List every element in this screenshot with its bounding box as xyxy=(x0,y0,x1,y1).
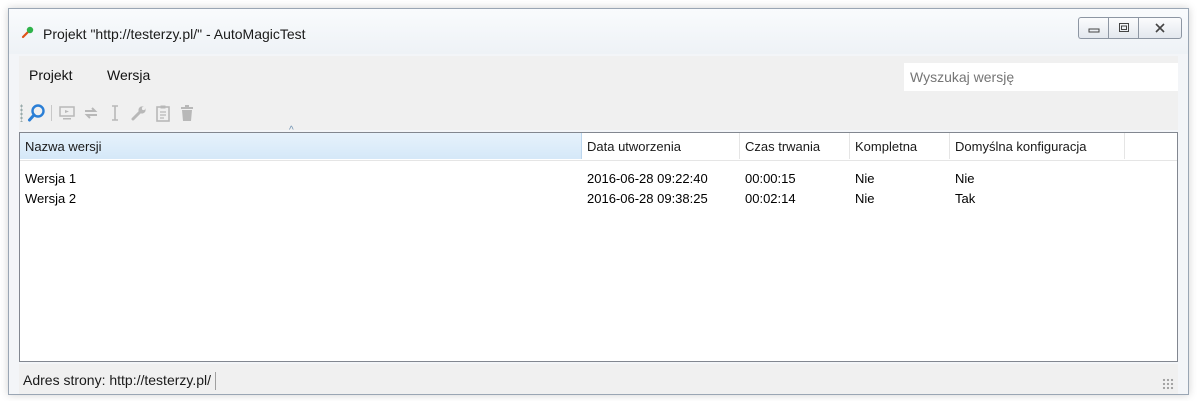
cell-kompletna: Nie xyxy=(855,171,875,186)
clipboard-icon[interactable] xyxy=(153,103,173,123)
list-header: ^ Nazwa wersji Data utworzenia Czas trwa… xyxy=(20,125,1177,161)
cell-kompletna: Nie xyxy=(855,191,875,206)
cell-nazwa: Wersja 2 xyxy=(25,191,77,206)
status-url: Adres strony: http://testerzy.pl/ xyxy=(23,372,217,390)
cell-domyslna: Nie xyxy=(955,171,975,186)
window-title: Projekt "http://testerzy.pl/" - AutoMagi… xyxy=(43,26,306,42)
minimize-button[interactable] xyxy=(1078,17,1108,39)
close-icon xyxy=(1155,23,1165,33)
app-window: Projekt "http://testerzy.pl/" - AutoMagi… xyxy=(8,8,1189,395)
menu-projekt[interactable]: Projekt xyxy=(29,67,73,83)
menu-bar: Projekt Wersja xyxy=(19,56,1178,96)
column-header-label: Domyślna konfiguracja xyxy=(955,139,1087,154)
swap-icon[interactable] xyxy=(81,103,101,123)
cell-czas: 00:00:15 xyxy=(745,171,796,186)
column-header-nazwa[interactable]: ^ Nazwa wersji xyxy=(20,125,582,159)
maximize-button[interactable] xyxy=(1108,17,1138,39)
monitor-icon[interactable] xyxy=(57,103,77,123)
text-cursor-icon[interactable] xyxy=(105,103,125,123)
versions-list[interactable]: ^ Nazwa wersji Data utworzenia Czas trwa… xyxy=(19,125,1178,362)
cell-data: 2016-06-28 09:38:25 xyxy=(587,191,708,206)
menu-wersja[interactable]: Wersja xyxy=(107,67,150,83)
status-bar: Adres strony: http://testerzy.pl/ xyxy=(19,364,1178,394)
cell-nazwa: Wersja 1 xyxy=(25,171,77,186)
cell-data: 2016-06-28 09:22:40 xyxy=(587,171,708,186)
trash-icon[interactable] xyxy=(177,103,197,123)
minimize-icon xyxy=(1088,28,1099,33)
table-row[interactable]: Wersja 2 2016-06-28 09:38:25 00:02:14 Ni… xyxy=(20,189,1177,209)
toolbar xyxy=(19,96,1178,130)
toolbar-separator xyxy=(51,105,52,121)
column-header-label: Kompletna xyxy=(855,139,918,154)
column-header-data[interactable]: Data utworzenia xyxy=(582,133,740,159)
maximize-icon xyxy=(1118,23,1129,32)
column-header-domyslna[interactable]: Domyślna konfiguracja xyxy=(950,133,1125,159)
title-bar[interactable]: Projekt "http://testerzy.pl/" - AutoMagi… xyxy=(9,9,1188,54)
wrench-icon[interactable] xyxy=(129,103,149,123)
column-header-czas[interactable]: Czas trwania xyxy=(740,133,850,159)
search-input[interactable] xyxy=(904,63,1178,91)
column-header-label: Czas trwania xyxy=(745,139,821,154)
search-icon[interactable] xyxy=(27,103,47,123)
column-header-label: Nazwa wersji xyxy=(25,139,102,154)
table-row[interactable]: Wersja 1 2016-06-28 09:22:40 00:00:15 Ni… xyxy=(20,169,1177,189)
window-controls xyxy=(1078,17,1182,41)
column-header-kompletna[interactable]: Kompletna xyxy=(850,133,950,159)
toolbar-grip[interactable] xyxy=(20,104,23,122)
column-header-label: Data utworzenia xyxy=(587,139,681,154)
sort-ascending-icon: ^ xyxy=(289,125,294,136)
app-icon xyxy=(21,26,34,39)
cell-czas: 00:02:14 xyxy=(745,191,796,206)
close-button[interactable] xyxy=(1138,17,1182,39)
resize-grip-icon[interactable] xyxy=(1162,378,1174,390)
cell-domyslna: Tak xyxy=(955,191,976,206)
